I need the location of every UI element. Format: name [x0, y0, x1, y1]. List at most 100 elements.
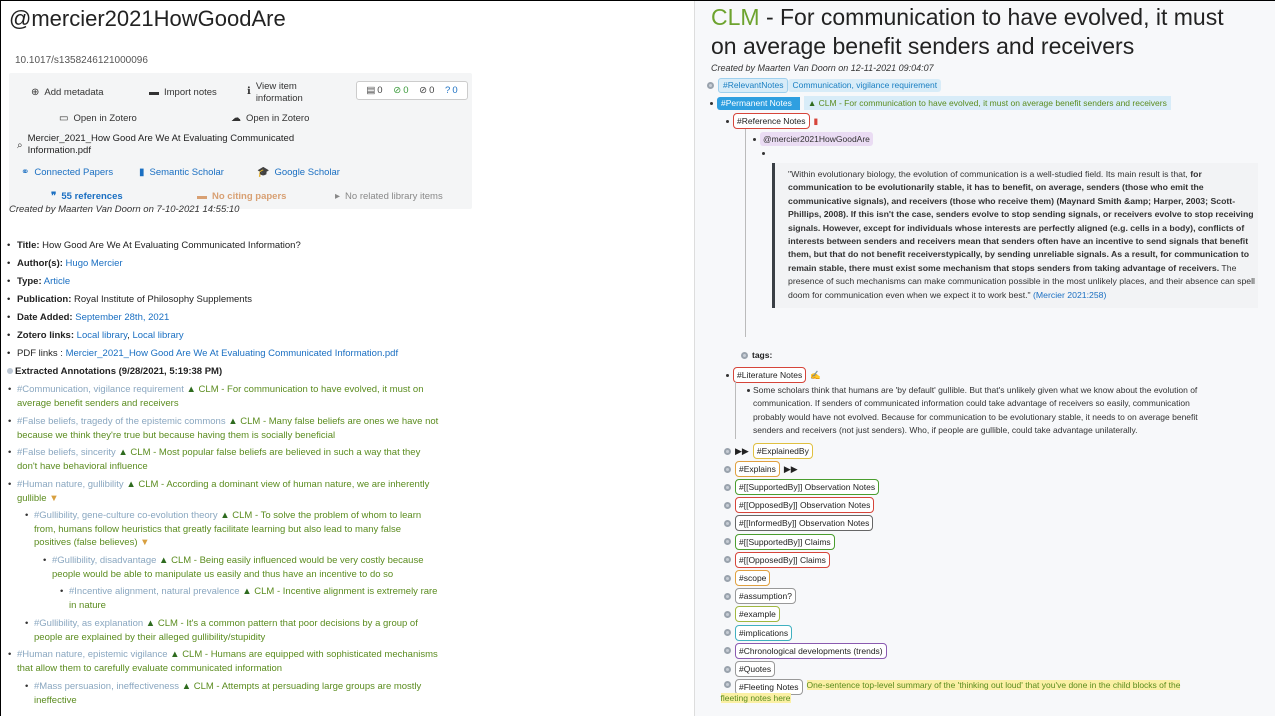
tag-pill[interactable]: #[[SupportedBy]] Claims [735, 533, 835, 550]
type-link[interactable]: Article [44, 276, 70, 287]
local-library-link-2[interactable]: Local library [132, 330, 183, 341]
collapsed-bullet-icon[interactable] [724, 592, 731, 600]
permanent-notes-tag[interactable]: #Permanent Notes [717, 96, 800, 110]
forward-arrows-icon: ▶▶ [735, 446, 749, 456]
extracted-annotations-heading[interactable]: Extracted Annotations (9/28/2021, 5:19:3… [7, 365, 222, 378]
pdf-attachment-link[interactable]: ⌕ Mercier_2021_How Good Are We At Evalua… [17, 133, 294, 157]
indent-guide [735, 381, 736, 439]
import-notes-button[interactable]: ▬ Import notes [149, 87, 217, 98]
graduation-cap-icon: 🎓 [257, 166, 270, 178]
mercier-page-ref[interactable]: @mercier2021HowGoodAre [760, 132, 873, 146]
permanent-notes-row: #Permanent Notes ▲ CLM - For communicati… [710, 96, 1171, 110]
annotation-item: • #Communication, vigilance requirement ▲… [8, 384, 424, 409]
tag-pill[interactable]: #assumption? [735, 588, 796, 605]
tag-pill[interactable]: #[[InformedBy]] Observation Notes [735, 515, 874, 532]
created-by: Created by Maarten Van Doorn on 7-10-202… [9, 204, 240, 215]
literature-notes-tag[interactable]: #Literature Notes [733, 367, 807, 383]
tag-list-row: #implications [724, 624, 793, 641]
collapsed-bullet-icon[interactable] [724, 501, 731, 509]
tag-pill[interactable]: #Quotes [735, 661, 776, 677]
comment-icon: ▬ [149, 86, 159, 98]
collapsed-bullet-icon[interactable] [724, 447, 731, 455]
annotation-item: • #False beliefs, sincerity ▲ CLM - Most … [8, 447, 421, 472]
reference-notes-tag[interactable]: #Reference Notes [733, 113, 810, 129]
add-metadata-label: Add metadata [44, 87, 104, 98]
tree-icon: ▲ [159, 555, 169, 566]
collapsed-bullet-icon[interactable] [724, 610, 731, 618]
reference-notes-row: #Reference Notes ▮ [726, 113, 818, 129]
explains-tag[interactable]: #Explains [735, 461, 780, 477]
collapsed-bullet-icon[interactable] [724, 556, 731, 564]
citing-papers-button[interactable]: ▬ No citing papers [197, 191, 286, 202]
related-items-toggle[interactable]: ▸ No related library items [335, 191, 443, 202]
tree-icon: ▲ [186, 384, 196, 395]
field-date-added: • Date Added: September 28th, 2021 [7, 312, 170, 323]
book-icon: ▮ [813, 116, 819, 126]
collapsed-bullet-icon[interactable] [724, 538, 731, 546]
graph-icon: ⚭ [21, 166, 30, 178]
window-icon: ▭ [59, 112, 69, 124]
tag-pill[interactable]: #[[SupportedBy]] Observation Notes [735, 479, 880, 495]
quote-icon: ❞ [51, 190, 57, 202]
collapsed-bullet-icon[interactable] [724, 465, 731, 473]
view-item-button[interactable]: ℹ View item information [247, 81, 303, 105]
tag-list-row: #assumption? [724, 588, 796, 605]
tag-pill[interactable]: #scope [735, 570, 771, 586]
tag-list-row: #[[InformedBy]] Observation Notes [724, 515, 874, 532]
tag-pill[interactable]: #[[OpposedBy]] Observation Notes [735, 497, 875, 514]
bullet-icon[interactable] [747, 389, 750, 392]
caret-right-icon: ▸ [335, 190, 341, 202]
local-library-link-1[interactable]: Local library [77, 330, 128, 341]
tag-list-row: #Quotes [724, 661, 776, 677]
collapsed-bullet-icon[interactable] [724, 629, 731, 637]
tag-pill[interactable]: #implications [735, 624, 793, 641]
collapsed-bullet-icon[interactable] [724, 574, 731, 582]
bullet-icon[interactable] [753, 137, 756, 141]
tag-list-row: #[[OpposedBy]] Claims [724, 551, 830, 568]
tag-pill[interactable]: #Chronological developments (trends) [735, 642, 887, 659]
collapsed-bullet-icon[interactable] [724, 681, 731, 688]
collapsed-bullet-icon[interactable] [724, 519, 731, 527]
open-in-zotero-button-1[interactable]: ▭ Open in Zotero [59, 113, 137, 124]
tree-icon: ▲ [220, 510, 230, 521]
annotation-item: • #Human nature, gullibility ▲ CLM - Acco… [8, 479, 430, 504]
collapsed-bullet-icon[interactable] [724, 647, 731, 655]
tag-pill[interactable]: #example [735, 606, 780, 623]
field-author: • Author(s): Hugo Mercier [7, 258, 123, 269]
author-link[interactable]: Hugo Mercier [66, 258, 123, 269]
check-circle-icon: ⊘ [393, 85, 402, 96]
bullet-icon[interactable] [726, 119, 729, 123]
relevant-notes-tag[interactable]: #RelevantNotes [718, 78, 789, 93]
field-zotero-links: • Zotero links: Local library, Local libr… [7, 330, 184, 341]
collapsed-bullet-icon[interactable] [741, 351, 748, 359]
citation-link[interactable]: (Mercier 2021:258) [1033, 290, 1106, 300]
open-in-zotero-button-2[interactable]: ☁ Open in Zotero [231, 113, 309, 124]
field-title: • Title: How Good Are We At Evaluating Co… [7, 240, 301, 251]
doi-link[interactable]: 10.1017/s1358246121000096 [15, 55, 148, 66]
annotation-item: • #Incentive alignment, natural prevalenc… [60, 586, 438, 611]
connected-papers-link[interactable]: ⚭ Connected Papers [21, 167, 113, 178]
annotation-item: • #False beliefs, tragedy of the epistemi… [8, 416, 439, 441]
pdf-link[interactable]: Mercier_2021_How Good Are We At Evaluati… [66, 348, 399, 359]
add-metadata-button[interactable]: ⊕ Add metadata [31, 87, 104, 98]
references-button[interactable]: ❞ 55 references [51, 191, 123, 202]
collapsed-bullet-icon[interactable] [724, 483, 731, 491]
annotation-item: • #Human nature, epistemic vigilance ▲ CL… [8, 649, 438, 674]
google-scholar-link[interactable]: 🎓 Google Scholar [257, 167, 340, 178]
collapsed-bullet-icon[interactable] [707, 82, 714, 89]
date-link[interactable]: September 28th, 2021 [75, 312, 169, 323]
semantic-scholar-link[interactable]: ▮ Semantic Scholar [139, 167, 224, 178]
tag-list-row: #Chronological developments (trends) [724, 642, 887, 659]
plus-circle-icon: ⊕ [31, 86, 40, 98]
bullet-icon[interactable] [762, 152, 765, 155]
mercier-ref-row: @mercier2021HowGoodAre [753, 132, 873, 146]
collapsed-bullet-icon[interactable] [724, 665, 731, 673]
explained-by-tag[interactable]: #ExplainedBy [752, 443, 813, 459]
bullet-icon[interactable] [710, 101, 713, 105]
bullet-icon[interactable] [726, 373, 729, 377]
indent-guide [745, 129, 746, 337]
annotation-item: • #Gullibility, gene-culture co-evolution… [25, 510, 422, 548]
tag-pill[interactable]: #[[OpposedBy]] Claims [735, 551, 830, 568]
info-icon: ℹ [247, 86, 251, 97]
tree-icon: ▲ [170, 649, 180, 660]
